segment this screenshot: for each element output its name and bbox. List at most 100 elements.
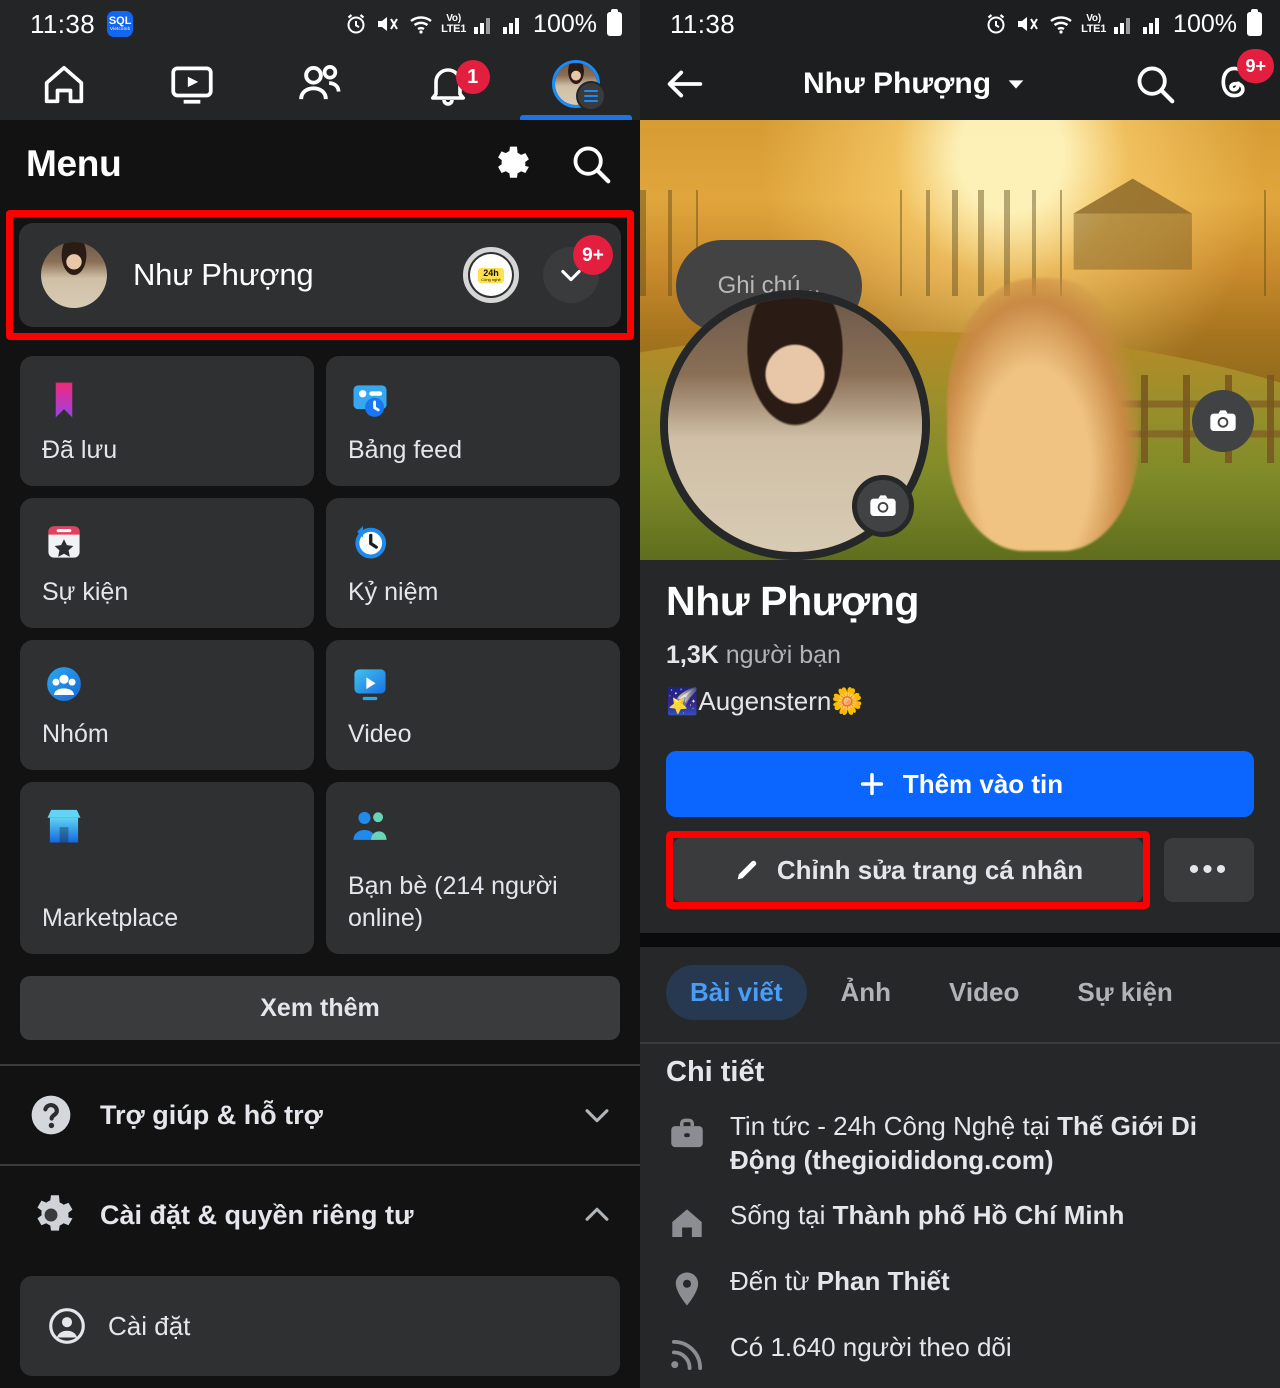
menu-profile-row[interactable]: Như Phượng 24h Công nghệ 9+ (19, 223, 621, 327)
memories-clock-icon (355, 525, 387, 559)
add-to-story-button[interactable]: Thêm vào tin (666, 751, 1254, 817)
location-pin-icon (675, 1272, 699, 1306)
profile-tabs: Bài viết Ảnh Video Sự kiện (640, 947, 1280, 1042)
volte-bottom: LTE1 (441, 22, 467, 35)
more-options-button[interactable]: ••• (1164, 838, 1254, 902)
gear-icon[interactable] (488, 142, 532, 186)
detail-row-work[interactable]: Tin tức - 24h Công Nghệ tại Thế Giới Di … (640, 1089, 1280, 1178)
wifi-icon (1050, 16, 1072, 34)
chevron-down-icon (1008, 80, 1024, 89)
story-ring-sub: Công nghệ (481, 276, 501, 282)
status-bar-left: 11:38 SQL Vietcomb Vo) LTE1 100% (0, 0, 640, 48)
alarm-icon (987, 14, 1005, 34)
accordion-settings-privacy[interactable]: Cài đặt & quyền riêng tư (0, 1166, 640, 1264)
tab-events[interactable]: Sự kiện (1053, 965, 1196, 1020)
detail-text: Tin tức - 24h Công Nghệ tại Thế Giới Di … (730, 1109, 1254, 1178)
detail-row-from[interactable]: Đến từ Phan Thiết (640, 1244, 1280, 1310)
highlight-profile-row: Như Phượng 24h Công nghệ 9+ (6, 210, 634, 340)
avatar-menu-icon (552, 60, 606, 111)
sidebar-item-home[interactable] (0, 48, 128, 120)
menu-tile-marketplace[interactable]: Marketplace (20, 782, 314, 954)
see-more-button[interactable]: Xem thêm (20, 976, 620, 1040)
friends-count-line[interactable]: 1,3K người bạn (666, 641, 1254, 670)
status-time: 11:38 (30, 8, 96, 39)
search-icon[interactable] (568, 141, 614, 187)
story-ring-24h-icon[interactable]: 24h Công nghệ (463, 247, 519, 303)
cover-photo[interactable]: Ghi chú... (640, 120, 1280, 560)
bookmark-icon (55, 382, 73, 418)
battery-percent: 100% (1173, 9, 1237, 38)
edit-avatar-button[interactable] (852, 475, 914, 537)
right-screen-profile: 11:38 Vo) LTE1 100% Như Phượng 9+ Ghi ch… (640, 0, 1280, 1388)
volte-top: Vo) (1086, 12, 1101, 24)
menu-tile-events[interactable]: Sự kiện (20, 498, 314, 628)
profile-expand-button[interactable]: 9+ (543, 235, 613, 303)
left-screen-menu: 11:38 SQL Vietcomb Vo) LTE1 100% 1 Menu … (0, 0, 640, 1388)
volte-bottom: LTE1 (1081, 22, 1107, 35)
tab-posts[interactable]: Bài viết (666, 965, 807, 1020)
profile-row-actions: 24h Công nghệ 9+ (463, 235, 613, 303)
hamburger-icon (576, 81, 606, 111)
battery-icon (1247, 9, 1262, 36)
camera-icon (870, 495, 896, 516)
signal-icon (474, 18, 491, 34)
person-circle-icon (49, 1308, 85, 1344)
menu-tile-memories[interactable]: Kỷ niệm (326, 498, 620, 628)
header-title-group[interactable]: Như Phượng (803, 67, 1027, 101)
detail-text: Có 1.640 người theo dõi (730, 1331, 1012, 1362)
menu-tile-video[interactable]: Video (326, 640, 620, 770)
highlight-edit-profile: Chỉnh sửa trang cá nhân (666, 831, 1150, 909)
signal-icon (503, 18, 520, 34)
feed-icon (353, 385, 387, 417)
app-notification-logo: SQL Vietcomb (107, 11, 134, 37)
status-bar-right: 11:38 Vo) LTE1 100% (640, 0, 1280, 48)
chevron-up-icon (585, 1207, 609, 1221)
edit-profile-button[interactable]: Chỉnh sửa trang cá nhân (673, 838, 1143, 902)
detail-row-followers[interactable]: Có 1.640 người theo dõi (640, 1310, 1280, 1376)
tab-photos[interactable]: Ảnh (817, 965, 916, 1020)
question-circle-icon (31, 1095, 71, 1135)
status-icons: Vo) LTE1 100% (344, 9, 622, 39)
top-navigation-bar: 1 (0, 48, 640, 120)
detail-strong: Thành phố Hồ Chí Minh (832, 1199, 1125, 1230)
detail-strong: Phan Thiết (816, 1265, 950, 1296)
menu-grid: Đã lưu Bảng feed Sự kiện Kỷ niệm Nhóm Vi… (0, 340, 640, 954)
sidebar-item-settings[interactable]: Cài đặt (20, 1276, 620, 1376)
detail-prefix: Sống tại (730, 1199, 833, 1230)
calendar-star-icon (48, 526, 80, 558)
sidebar-item-notifications[interactable]: 1 (384, 48, 512, 120)
menu-tile-feed[interactable]: Bảng feed (326, 356, 620, 486)
profile-info: Như Phượng 1,3K người bạn 🌠Augenstern🌼 T… (640, 560, 1280, 909)
detail-prefix: Đến từ (730, 1265, 817, 1296)
detail-row-lives-in[interactable]: Sống tại Thành phố Hồ Chí Minh (640, 1178, 1280, 1244)
tab-videos[interactable]: Video (925, 965, 1043, 1020)
groups-icon (47, 667, 81, 701)
threads-button[interactable]: 9+ (1212, 48, 1274, 110)
menu-tile-saved[interactable]: Đã lưu (20, 356, 314, 486)
menu-tile-friends[interactable]: Bạn bè (214 người online) (326, 782, 620, 954)
friends-icon (299, 65, 341, 100)
sidebar-item-menu[interactable] (512, 48, 640, 120)
avatar (41, 242, 107, 308)
menu-tile-label: Marketplace (42, 904, 179, 932)
back-arrow-icon[interactable] (662, 61, 708, 107)
accordion-help-support[interactable]: Trợ giúp & hỗ trợ (0, 1066, 640, 1164)
status-time: 11:38 (670, 8, 736, 39)
briefcase-icon (671, 1118, 703, 1148)
sidebar-item-friends[interactable] (256, 48, 384, 120)
video-icon (171, 66, 213, 104)
menu-tile-groups[interactable]: Nhóm (20, 640, 314, 770)
sidebar-item-video[interactable] (128, 48, 256, 120)
details-heading: Chi tiết (666, 1056, 765, 1088)
friends-pair-icon (353, 811, 387, 840)
detail-suffix: (thegioididong.com) (796, 1145, 1054, 1176)
edit-profile-label: Chỉnh sửa trang cá nhân (776, 854, 1084, 885)
profile-header-bar: Như Phượng 9+ (640, 48, 1280, 120)
edit-cover-button[interactable] (1192, 390, 1254, 452)
search-icon[interactable] (1132, 61, 1178, 107)
mute-icon (378, 17, 399, 31)
rss-icon (671, 1339, 703, 1370)
signal-icon (1114, 18, 1131, 34)
wifi-icon (410, 16, 432, 34)
menu-tile-label: Nhóm (42, 720, 109, 748)
